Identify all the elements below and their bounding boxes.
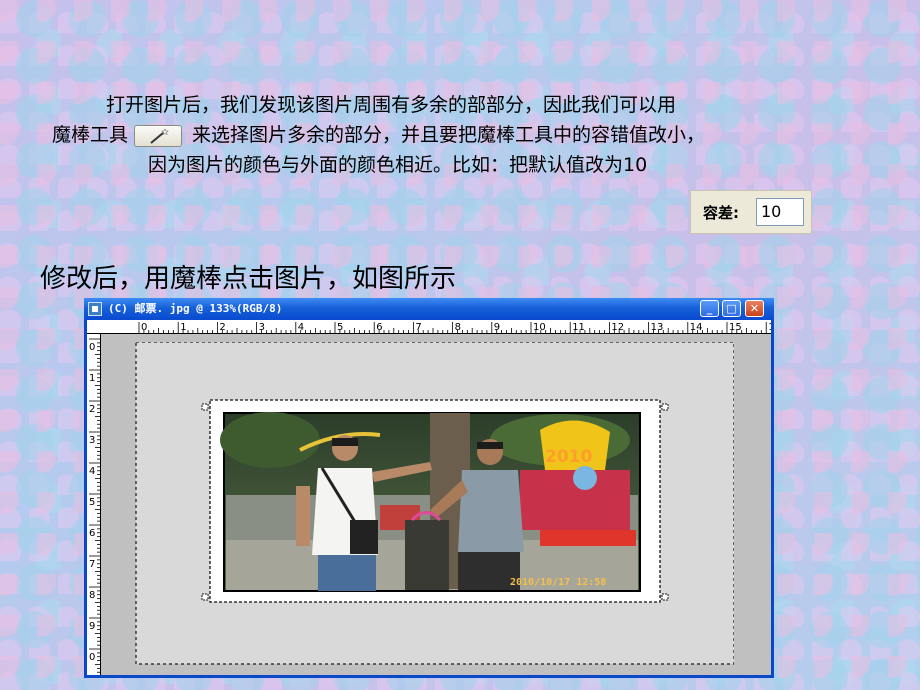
- ruler-top: 01234567891011121314151: [87, 320, 771, 334]
- ruler-top-label: 15: [729, 322, 742, 333]
- ruler-top-label: 7: [415, 322, 421, 333]
- photo-timestamp: 2010/10/17 12:58: [510, 577, 606, 588]
- section-heading: 修改后，用魔棒点击图片，如图所示: [40, 264, 457, 294]
- instruction-line-2: 魔棒工具 来选择图片多余的部分，并且要把魔棒工具中的容错值改小，: [52, 120, 705, 150]
- photo-year-text: 2010: [545, 447, 592, 467]
- magic-wand-tool-button[interactable]: [134, 124, 183, 147]
- ruler-top-label: 2: [219, 322, 225, 333]
- tolerance-label: 容差:: [703, 204, 739, 222]
- ruler-top-label: 14: [690, 322, 703, 333]
- ruler-top-label: 13: [651, 322, 664, 333]
- magic-wand-icon: [150, 127, 169, 144]
- canvas-artwork[interactable]: 2010 2010/10/17 12:58: [48, 342, 734, 666]
- maximize-button[interactable]: □: [722, 300, 741, 317]
- ruler-top-label: 11: [572, 322, 585, 333]
- ruler-top-label: 1: [768, 322, 771, 333]
- instruction-line-2-end: 来选择图片多余的部分，并且要把魔棒工具中的容错值改小，: [192, 124, 706, 146]
- ruler-top-label: 4: [298, 322, 304, 333]
- ruler-top-label: 3: [259, 322, 265, 333]
- window-titlebar[interactable]: (C) 邮票. jpg @ 133%(RGB/8) _ □ ✕: [84, 298, 774, 320]
- instruction-line-3: 因为图片的颜色与外面的颜色相近。比如：把默认值改为10: [148, 154, 648, 176]
- close-button[interactable]: ✕: [745, 300, 764, 317]
- ruler-top-label: 8: [455, 322, 461, 333]
- photo: 2010 2010/10/17 12:58: [220, 412, 641, 592]
- minimize-button[interactable]: _: [700, 300, 719, 317]
- ruler-top-label: 0: [141, 322, 147, 333]
- ruler-top-label: 1: [180, 322, 186, 333]
- ruler-top-label: 12: [611, 322, 624, 333]
- ruler-top-label: 6: [376, 322, 382, 333]
- ruler-top-label: 9: [494, 322, 500, 333]
- document-icon: [88, 302, 102, 316]
- tolerance-input[interactable]: 10: [756, 198, 804, 226]
- instruction-line-1: 打开图片后，我们发现该图片周围有多余的部部分，因此我们可以用: [106, 94, 677, 116]
- ruler-top-label: 5: [337, 322, 343, 333]
- tolerance-panel: 容差: 10: [690, 190, 812, 234]
- window-title: (C) 邮票. jpg @ 133%(RGB/8): [108, 302, 283, 315]
- instruction-line-2-start: 魔棒工具: [52, 124, 129, 146]
- ruler-top-label: 10: [533, 322, 546, 333]
